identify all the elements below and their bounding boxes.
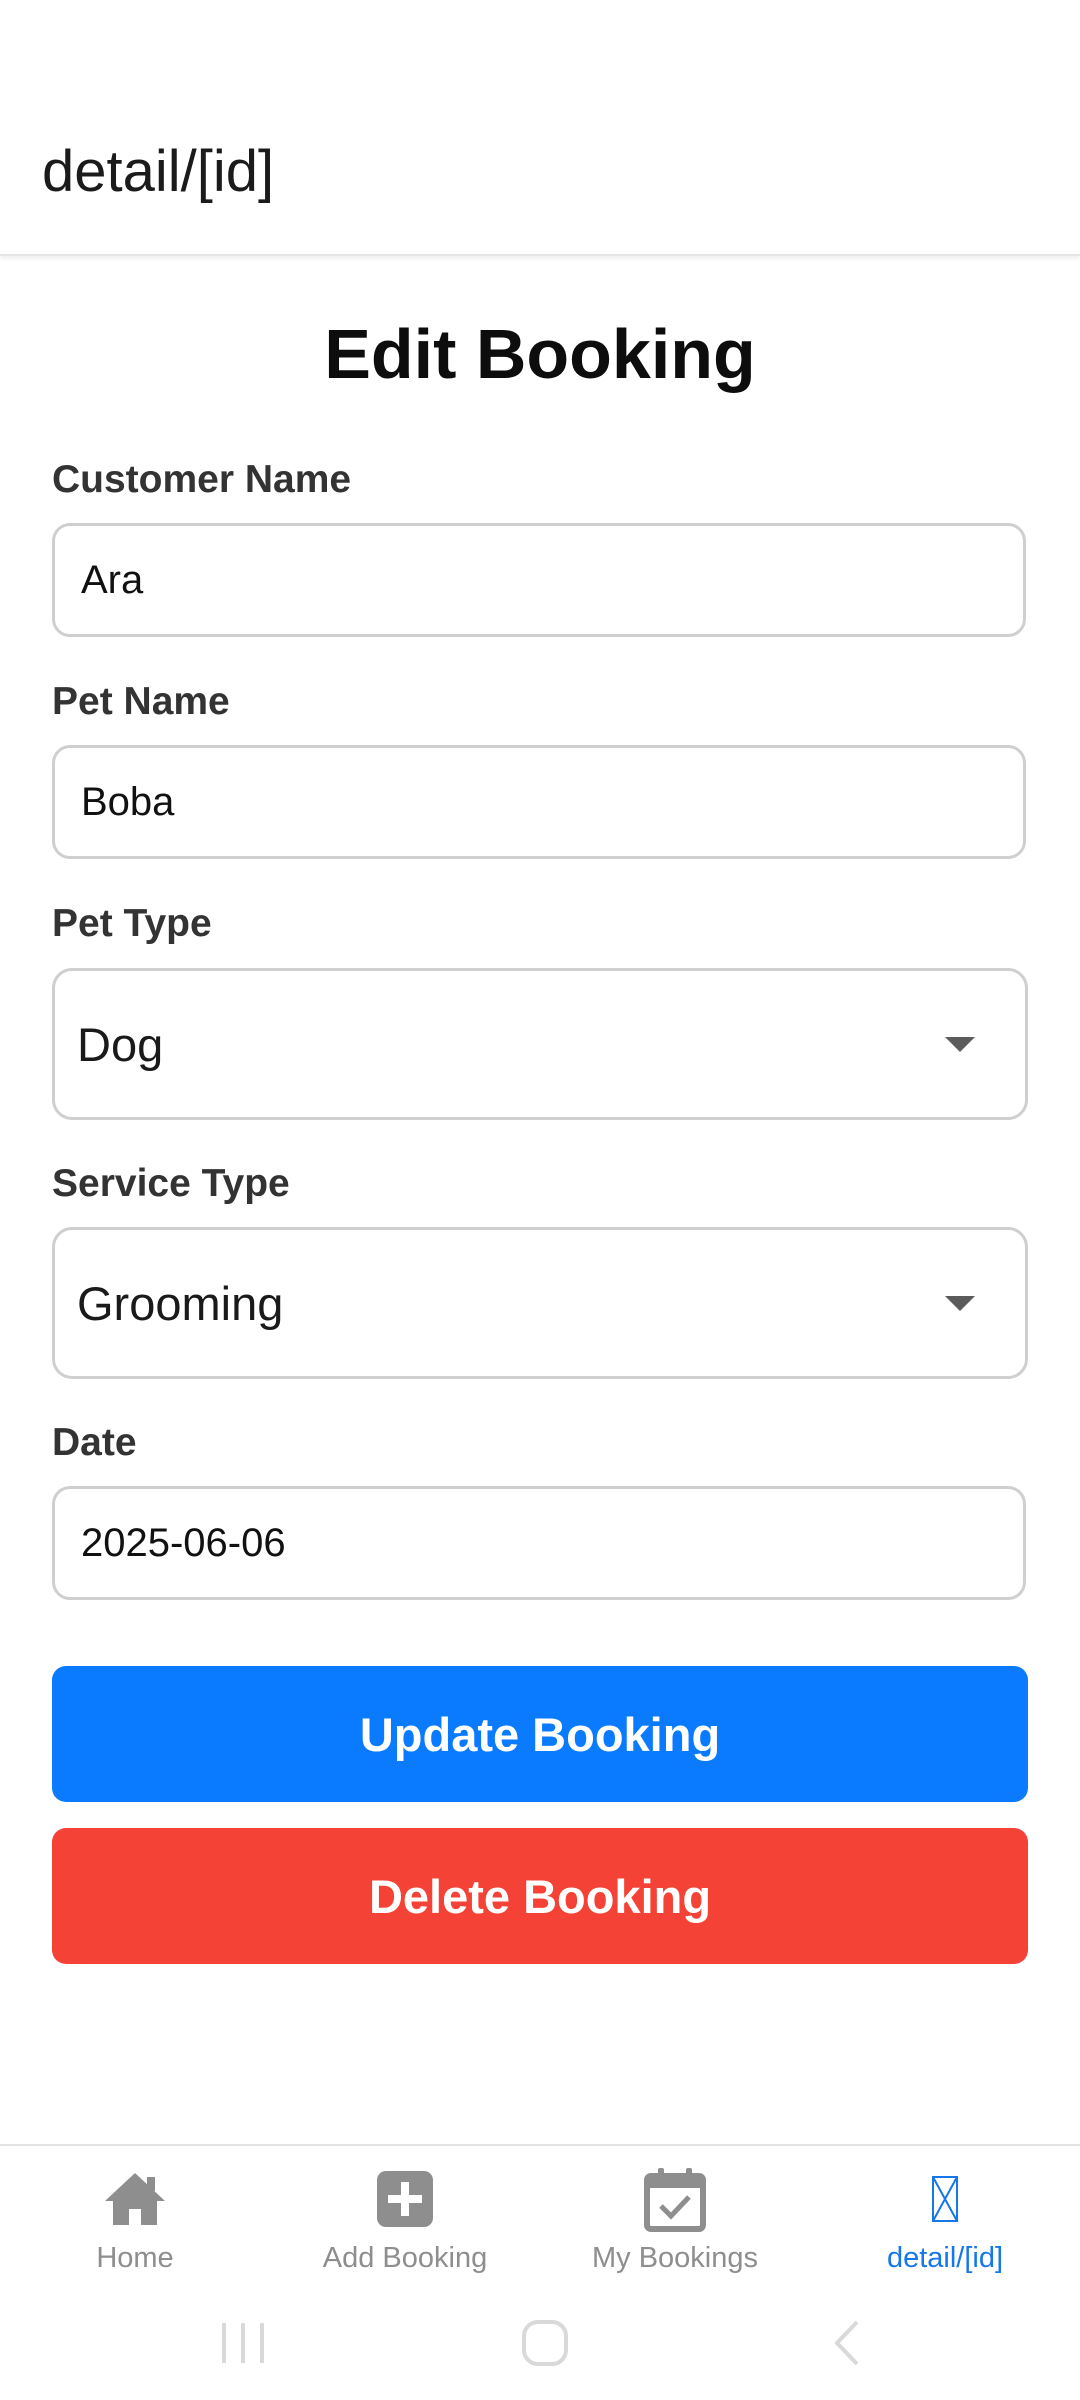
plus-square-icon	[372, 2166, 438, 2232]
pet-name-input[interactable]: Boba	[52, 745, 1026, 859]
edit-booking-form: Edit Booking Customer Name Ara Pet Name …	[0, 258, 1080, 2144]
bottom-tab-bar: Home Add Booking My Bookings detail/[id]	[0, 2144, 1080, 2286]
customer-name-label: Customer Name	[52, 458, 352, 501]
pet-name-label: Pet Name	[52, 680, 230, 723]
system-navigation-bar	[0, 2286, 1080, 2400]
pet-type-value: Dog	[77, 1017, 164, 1071]
header-title: detail/[id]	[42, 139, 275, 204]
delete-booking-button[interactable]: Delete Booking	[52, 1828, 1028, 1964]
date-label: Date	[52, 1421, 137, 1464]
pet-type-select[interactable]: Dog	[52, 968, 1028, 1120]
tab-home[interactable]: Home	[0, 2146, 270, 2288]
tab-label: My Bookings	[591, 2242, 758, 2274]
tab-label: detail/[id]	[886, 2242, 1004, 2274]
pet-type-label: Pet Type	[52, 902, 212, 945]
dropdown-caret-icon	[945, 1037, 975, 1052]
recent-apps-icon[interactable]	[183, 2286, 303, 2400]
calendar-check-icon	[642, 2166, 708, 2232]
service-type-select[interactable]: Grooming	[52, 1227, 1028, 1379]
update-booking-button[interactable]: Update Booking	[52, 1666, 1028, 1802]
missing-glyph-icon	[912, 2166, 978, 2232]
home-icon	[102, 2166, 168, 2232]
dropdown-caret-icon	[945, 1296, 975, 1311]
tab-label: Add Booking	[322, 2242, 488, 2274]
back-nav-icon[interactable]	[787, 2286, 907, 2400]
tab-label: Home	[96, 2242, 174, 2274]
service-type-label: Service Type	[52, 1162, 290, 1205]
service-type-value: Grooming	[77, 1276, 284, 1330]
tab-add-booking[interactable]: Add Booking	[270, 2146, 540, 2288]
home-nav-icon[interactable]	[485, 2286, 605, 2400]
app-header: detail/[id]	[0, 0, 1080, 256]
tab-detail-id[interactable]: detail/[id]	[810, 2146, 1080, 2288]
page-title: Edit Booking	[324, 315, 756, 393]
customer-name-input[interactable]: Ara	[52, 523, 1026, 637]
tab-my-bookings[interactable]: My Bookings	[540, 2146, 810, 2288]
date-input[interactable]: 2025-06-06	[52, 1486, 1026, 1600]
